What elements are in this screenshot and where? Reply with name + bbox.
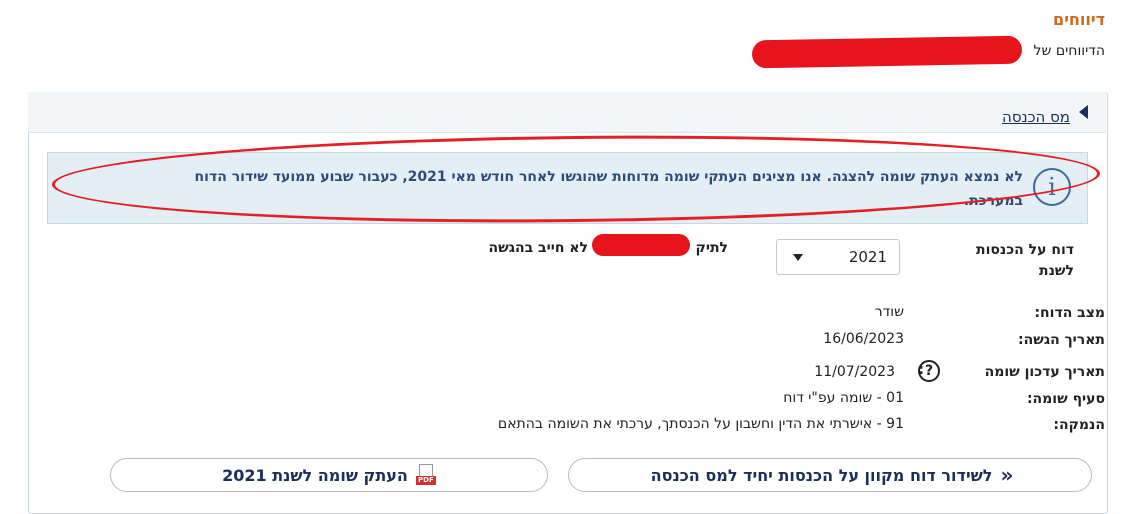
clause-value: 01 - שומה עפ"י דוח <box>783 390 904 406</box>
status-value: שודר <box>874 304 904 320</box>
panel-header <box>28 92 1106 133</box>
year-select[interactable]: 2021 <box>776 239 900 275</box>
update-date-colon: : <box>918 362 924 378</box>
year-label: דוח על הכנסות לשנת <box>976 240 1074 282</box>
clause-label: סעיף שומה: <box>1026 391 1105 407</box>
reason-label: הנמקה: <box>1053 417 1105 433</box>
submit-online-report-button[interactable]: « לשידור דוח מקוון על הכנסות יחיד למס הכ… <box>568 458 1092 492</box>
submit-date-value: 16/06/2023 <box>823 331 904 347</box>
income-tax-link[interactable]: מס הכנסה <box>1002 108 1070 126</box>
update-date-value: 11/07/2023 <box>814 364 895 380</box>
year-label-line-2: לשנת <box>1039 263 1074 279</box>
submit-date-label: תאריך הגשה: <box>1018 332 1105 348</box>
update-date-label: תאריך עדכון שומה <box>984 364 1105 380</box>
file-prefix: לתיק <box>695 240 728 256</box>
owner-line: הדיווחים של <box>1033 43 1105 59</box>
status-label: מצב הדוח: <box>1034 305 1105 321</box>
year-select-value: 2021 <box>848 248 887 266</box>
section-title: דיווחים <box>1053 10 1105 29</box>
redaction-mark <box>592 234 690 256</box>
assessment-copy-button[interactable]: PDF העתק שומה לשנת 2021 <box>110 458 548 492</box>
collapse-triangle-icon[interactable] <box>1079 105 1088 119</box>
assessment-copy-label: העתק שומה לשנת 2021 <box>222 465 408 485</box>
year-label-line-1: דוח על הכנסות <box>976 242 1074 258</box>
chevron-down-icon <box>793 254 803 261</box>
reason-value: 91 - אישרתי את הדין וחשבון על הכנסתך, ער… <box>497 416 904 432</box>
double-chevron-icon: « <box>1000 463 1013 487</box>
file-status: לא חייב בהגשה <box>488 240 588 256</box>
submit-online-report-label: לשידור דוח מקוון על הכנסות יחיד למס הכנס… <box>650 465 993 485</box>
pdf-icon: PDF <box>415 464 436 486</box>
redaction-mark <box>751 35 1023 69</box>
